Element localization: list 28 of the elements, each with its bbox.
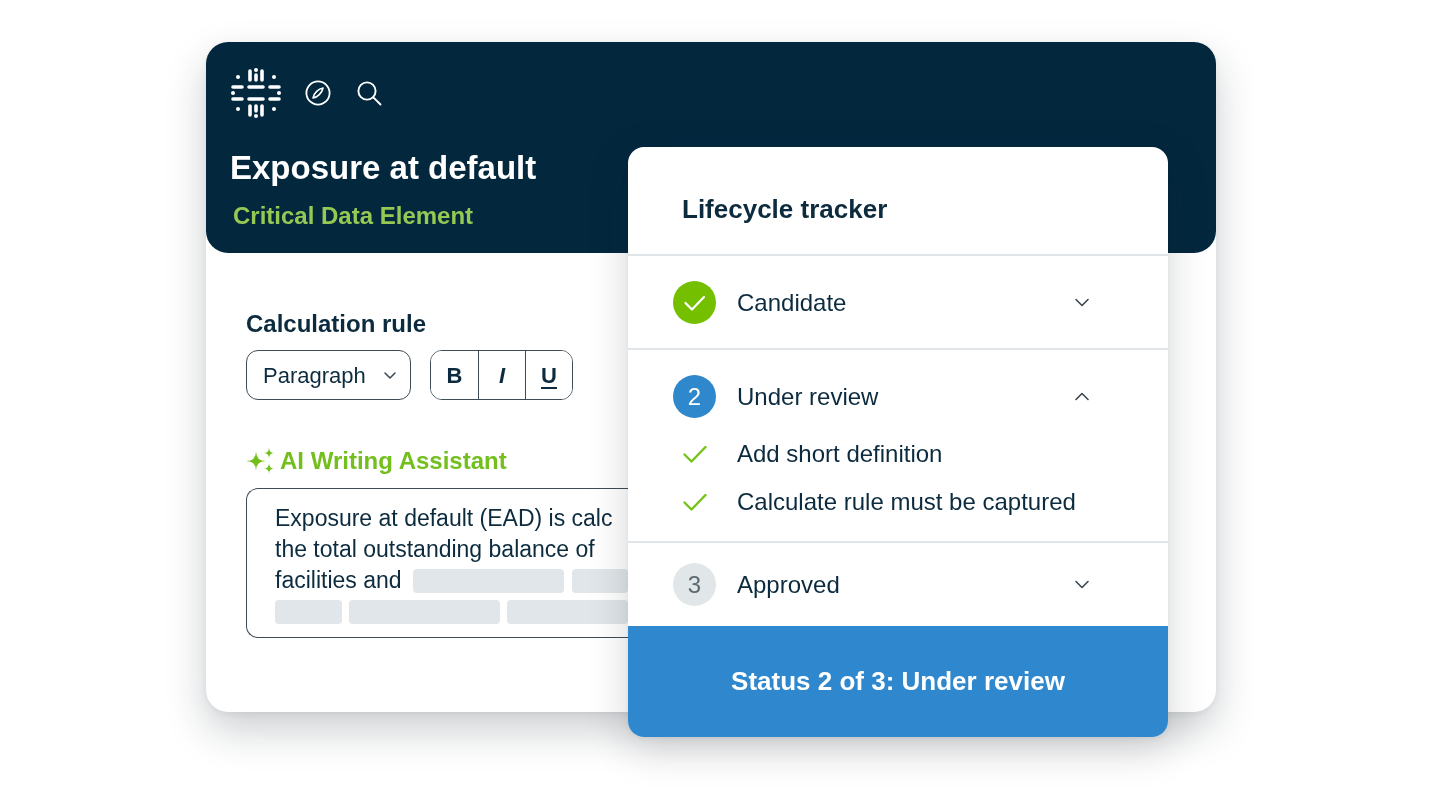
editor-text-line: the total outstanding balance of [275,535,595,564]
logo-icon [230,67,282,119]
stage-title: Approved [737,570,840,600]
editor-text-line: facilities and [275,566,402,595]
editor-text-line: Exposure at default (EAD) is calc [275,504,613,533]
step-number: 2 [673,375,716,418]
underline-button[interactable]: U [525,351,572,399]
skeleton-text-bar [571,568,628,593]
status-bar: Status 2 of 3: Under review [628,626,1168,737]
tracker-title: Lifecycle tracker [682,194,888,226]
chevron-down-icon[interactable] [1075,298,1089,307]
chevron-up-icon[interactable] [1075,392,1089,401]
text-editor[interactable]: Exposure at default (EAD) is calc the total outstanding balance of facilities and [246,488,628,638]
task-label: Add short definition [737,439,943,469]
assistant-label: AI Writing Assistant [280,446,507,476]
field-label: Calculation rule [246,309,427,338]
stage-title: Candidate [737,288,847,318]
stage-title: Under review [737,382,879,412]
page-subtitle: Critical Data Element [233,201,474,230]
step-number: 3 [673,563,716,606]
chevron-down-icon [384,371,396,379]
search-icon[interactable] [356,80,382,106]
chevron-down-icon[interactable] [1075,580,1089,589]
task-label: Calculate rule must be captured [737,487,1076,517]
skeleton-text-bar [275,599,342,624]
paragraph-style-dropdown[interactable]: Paragraph [246,350,411,400]
page-title: Exposure at default [230,148,537,188]
compass-icon[interactable] [305,80,331,106]
